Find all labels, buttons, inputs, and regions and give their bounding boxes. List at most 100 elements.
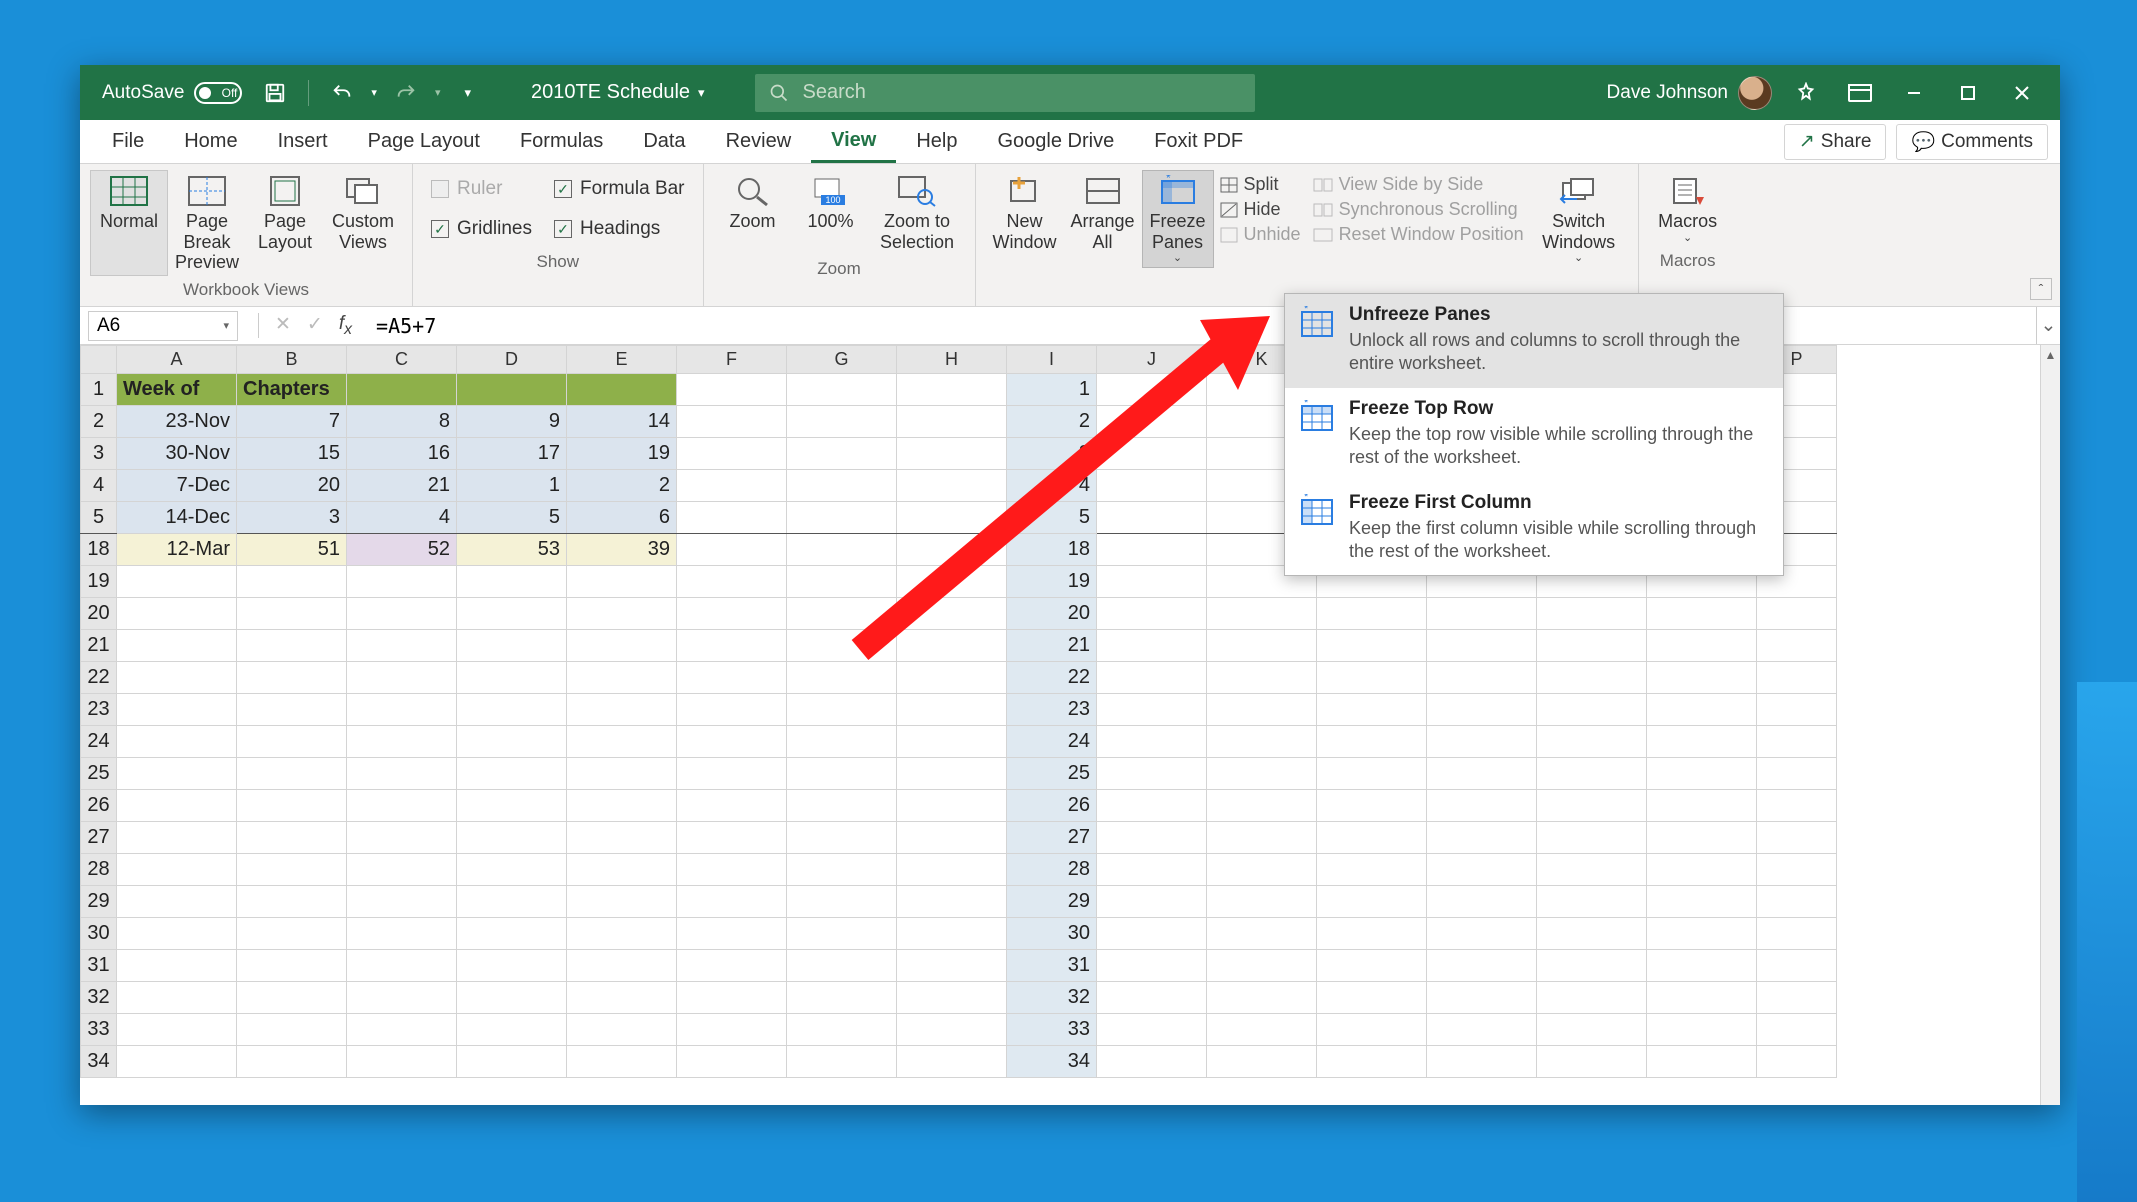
macros-button[interactable]: Macros ⌄	[1649, 170, 1727, 247]
cell[interactable]	[1317, 918, 1427, 950]
cell[interactable]	[787, 406, 897, 438]
cell[interactable]	[1427, 694, 1537, 726]
cell[interactable]: 20	[237, 470, 347, 502]
tab-foxit-pdf[interactable]: Foxit PDF	[1134, 120, 1263, 163]
cell[interactable]	[1097, 822, 1207, 854]
cell[interactable]	[457, 854, 567, 886]
cell[interactable]	[117, 918, 237, 950]
cell[interactable]	[457, 982, 567, 1014]
cell[interactable]	[567, 374, 677, 406]
cell[interactable]	[1097, 374, 1207, 406]
cell[interactable]	[1097, 566, 1207, 598]
cell[interactable]	[897, 918, 1007, 950]
cell[interactable]	[787, 854, 897, 886]
cell[interactable]	[347, 1046, 457, 1078]
cell[interactable]	[1097, 438, 1207, 470]
cell[interactable]	[1537, 918, 1647, 950]
cell[interactable]	[897, 534, 1007, 566]
cell[interactable]: 2	[567, 470, 677, 502]
cell[interactable]	[1207, 790, 1317, 822]
cell[interactable]	[1207, 822, 1317, 854]
cell[interactable]: 17	[457, 438, 567, 470]
cell[interactable]	[677, 1014, 787, 1046]
cell[interactable]	[787, 502, 897, 534]
save-icon[interactable]	[264, 82, 286, 104]
cell[interactable]	[1097, 1014, 1207, 1046]
cell[interactable]	[1757, 694, 1837, 726]
cell[interactable]	[457, 790, 567, 822]
column-header[interactable]: C	[347, 346, 457, 374]
row-header[interactable]: 5	[81, 502, 117, 534]
cell[interactable]	[677, 726, 787, 758]
cell[interactable]	[117, 630, 237, 662]
cell[interactable]	[347, 662, 457, 694]
cell[interactable]: 30	[1007, 918, 1097, 950]
cell[interactable]	[897, 566, 1007, 598]
cell[interactable]	[1317, 598, 1427, 630]
cell[interactable]	[347, 886, 457, 918]
cell[interactable]	[457, 374, 567, 406]
cell[interactable]	[897, 662, 1007, 694]
title-dropdown-icon[interactable]: ▾	[698, 85, 705, 101]
autosave-control[interactable]: AutoSave Off	[102, 82, 242, 104]
ruler-checkbox[interactable]: Ruler	[431, 178, 532, 200]
cell[interactable]	[1427, 726, 1537, 758]
cell[interactable]	[1097, 790, 1207, 822]
cell[interactable]	[347, 790, 457, 822]
tab-view[interactable]: View	[811, 120, 896, 163]
cell[interactable]	[1207, 758, 1317, 790]
cell[interactable]	[117, 1014, 237, 1046]
cell[interactable]	[1757, 854, 1837, 886]
cell[interactable]	[567, 566, 677, 598]
cell[interactable]	[1647, 918, 1757, 950]
cell[interactable]	[677, 1046, 787, 1078]
cell[interactable]	[787, 726, 897, 758]
cell[interactable]	[567, 1014, 677, 1046]
cell[interactable]	[1207, 598, 1317, 630]
cell[interactable]: 4	[347, 502, 457, 534]
cell[interactable]	[897, 598, 1007, 630]
cell[interactable]	[457, 950, 567, 982]
cell[interactable]: 39	[567, 534, 677, 566]
cell[interactable]	[1537, 886, 1647, 918]
freeze-first-column-item[interactable]: * Freeze First Column Keep the first col…	[1285, 482, 1783, 576]
cell[interactable]	[1757, 1014, 1837, 1046]
cell[interactable]	[567, 854, 677, 886]
cell[interactable]	[1537, 1046, 1647, 1078]
cell[interactable]	[677, 406, 787, 438]
cell[interactable]	[1647, 790, 1757, 822]
cell[interactable]	[897, 1014, 1007, 1046]
cell[interactable]	[347, 566, 457, 598]
collapse-ribbon-button[interactable]: ˆ	[2030, 278, 2052, 300]
cell[interactable]	[457, 662, 567, 694]
cell[interactable]: 6	[567, 502, 677, 534]
freeze-panes-button[interactable]: * Freeze Panes ⌄	[1142, 170, 1214, 268]
cell[interactable]	[897, 822, 1007, 854]
cell[interactable]	[237, 726, 347, 758]
gridlines-checkbox[interactable]: ✓Gridlines	[431, 218, 532, 240]
new-window-button[interactable]: New Window	[986, 170, 1064, 268]
cell[interactable]: 52	[347, 534, 457, 566]
cell[interactable]	[1097, 406, 1207, 438]
maximize-button[interactable]	[1948, 73, 1988, 113]
cell[interactable]	[117, 1046, 237, 1078]
cell[interactable]	[1097, 662, 1207, 694]
cell[interactable]	[457, 822, 567, 854]
cell[interactable]	[567, 950, 677, 982]
cell[interactable]: 4	[1007, 470, 1097, 502]
cell[interactable]	[787, 1046, 897, 1078]
cell[interactable]	[457, 758, 567, 790]
cell[interactable]: 28	[1007, 854, 1097, 886]
cell[interactable]: 9	[457, 406, 567, 438]
row-header[interactable]: 22	[81, 662, 117, 694]
fx-icon[interactable]: fx	[339, 313, 352, 339]
cell[interactable]	[1757, 662, 1837, 694]
cell[interactable]	[1097, 918, 1207, 950]
cell[interactable]	[567, 886, 677, 918]
cell[interactable]	[897, 886, 1007, 918]
cell[interactable]	[1647, 1014, 1757, 1046]
cell[interactable]	[237, 630, 347, 662]
cell[interactable]	[1097, 630, 1207, 662]
tab-google-drive[interactable]: Google Drive	[978, 120, 1135, 163]
share-button[interactable]: ↗Share	[1784, 124, 1887, 160]
